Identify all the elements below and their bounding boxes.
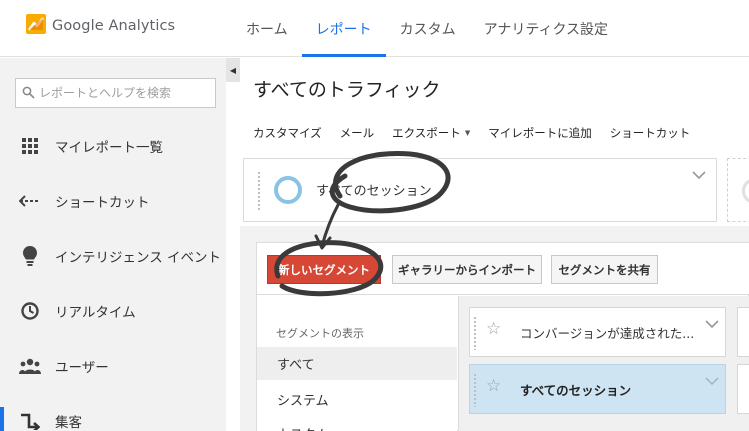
- segment-bar: すべてのセッション: [240, 148, 749, 226]
- shortcut-arrow-icon: [19, 190, 41, 212]
- segment-category-all[interactable]: すべて: [257, 347, 457, 380]
- search-icon: [22, 84, 35, 103]
- sidebar-item-label: ユーザー: [55, 360, 109, 376]
- segment-category-list: セグメントの表示 すべて システム カスタム: [257, 296, 457, 431]
- email-button[interactable]: メール: [340, 125, 375, 141]
- shortcut-button[interactable]: ショートカット: [610, 125, 691, 141]
- drag-handle-icon[interactable]: [473, 316, 477, 350]
- tab-custom[interactable]: カスタム: [386, 0, 470, 57]
- sidebar-item-label: ショートカット: [55, 195, 150, 211]
- segment-category-system[interactable]: システム: [257, 383, 457, 416]
- chevron-down-icon[interactable]: [705, 314, 719, 333]
- star-icon[interactable]: ☆: [486, 321, 501, 338]
- sidebar-item-label: リアルタイム: [55, 305, 136, 321]
- sidebar-item-realtime[interactable]: リアルタイム: [0, 291, 226, 331]
- segment-option-partial[interactable]: [737, 364, 749, 414]
- clock-icon: [19, 300, 41, 322]
- caret-down-icon: ▼: [464, 129, 471, 137]
- top-bar: Google Analytics ホーム レポート カスタム アナリティクス設定: [0, 0, 749, 57]
- segment-option-all-sessions[interactable]: ☆ すべてのセッション: [469, 364, 726, 414]
- new-segment-button[interactable]: 新しいセグメント: [267, 255, 381, 284]
- analytics-screen: Google Analytics ホーム レポート カスタム アナリティクス設定: [0, 0, 749, 431]
- acquisition-icon: [19, 410, 41, 431]
- segment-card-empty[interactable]: [727, 158, 749, 222]
- segment-ring-icon: [274, 176, 302, 204]
- add-to-dashboard-button[interactable]: マイレポートに追加: [488, 125, 592, 141]
- segment-card-all-sessions[interactable]: すべてのセッション: [243, 158, 717, 222]
- chevron-left-icon: ◀: [229, 65, 237, 75]
- people-icon: [19, 355, 41, 377]
- sidebar-item-label: インテリジェンス イベント: [55, 250, 222, 266]
- segment-ring-icon: [742, 178, 749, 204]
- grid-icon: [19, 135, 41, 157]
- logo[interactable]: Google Analytics: [26, 14, 175, 38]
- search-input[interactable]: [39, 86, 214, 100]
- segment-label: すべてのセッション: [316, 184, 432, 199]
- sidebar-collapse-button[interactable]: ◀: [226, 58, 240, 82]
- analytics-logo-icon: [26, 14, 46, 38]
- segment-view-header: セグメントの表示: [276, 327, 364, 340]
- tab-home[interactable]: ホーム: [232, 0, 302, 57]
- segment-editor-panel: 新しいセグメント ギャラリーからインポート セグメントを共有 セグメントの表示 …: [256, 242, 749, 431]
- chevron-down-icon[interactable]: [692, 165, 706, 184]
- sidebar-item-users[interactable]: ユーザー: [0, 346, 226, 386]
- sidebar-item-acquisition[interactable]: 集客: [0, 401, 226, 431]
- app-name: Google Analytics: [52, 18, 176, 34]
- segment-option-partial[interactable]: [737, 307, 749, 357]
- segment-option-label: コンバージョンが達成された...: [520, 326, 695, 341]
- drag-handle-icon[interactable]: [473, 373, 477, 407]
- segment-option-label: すべてのセッション: [520, 383, 632, 398]
- sidebar-item-shortcuts[interactable]: ショートカット: [0, 181, 226, 221]
- report-toolbar: カスタマイズ メール エクスポート ▼ マイレポートに追加 ショートカット: [240, 118, 749, 148]
- star-icon[interactable]: ☆: [486, 378, 501, 395]
- customize-button[interactable]: カスタマイズ: [253, 125, 322, 141]
- main-nav: ホーム レポート カスタム アナリティクス設定: [232, 0, 622, 57]
- export-label: エクスポート: [392, 126, 461, 140]
- sidebar: マイレポート一覧 ショートカット インテリジェンス イベント: [0, 58, 226, 431]
- segment-option-converters[interactable]: ☆ コンバージョンが達成された...: [469, 307, 726, 357]
- main-content: すべてのトラフィック カスタマイズ メール エクスポート ▼ マイレポートに追加…: [240, 58, 749, 431]
- sidebar-item-label: 集客: [55, 415, 82, 431]
- sidebar-item-label: マイレポート一覧: [55, 140, 163, 156]
- lightbulb-icon: [19, 245, 41, 267]
- sidebar-item-my-reports[interactable]: マイレポート一覧: [0, 126, 226, 166]
- chevron-down-icon[interactable]: [705, 371, 719, 390]
- tab-reports[interactable]: レポート: [301, 0, 386, 57]
- segment-category-custom[interactable]: カスタム: [257, 417, 457, 431]
- drag-handle-icon[interactable]: [257, 171, 261, 211]
- page-title: すべてのトラフィック: [253, 79, 441, 101]
- tab-analytics-settings[interactable]: アナリティクス設定: [470, 0, 622, 57]
- segment-button-row: 新しいセグメント ギャラリーからインポート セグメントを共有: [257, 243, 749, 295]
- export-button[interactable]: エクスポート ▼: [392, 125, 470, 141]
- title-box: すべてのトラフィック: [240, 58, 749, 118]
- segment-options-list: ☆ コンバージョンが達成された... ☆ すべてのセッション: [458, 296, 749, 431]
- sidebar-item-intelligence-events[interactable]: インテリジェンス イベント: [0, 236, 226, 276]
- share-segments-button[interactable]: セグメントを共有: [551, 255, 658, 284]
- import-from-gallery-button[interactable]: ギャラリーからインポート: [392, 255, 542, 284]
- report-search: [15, 78, 216, 108]
